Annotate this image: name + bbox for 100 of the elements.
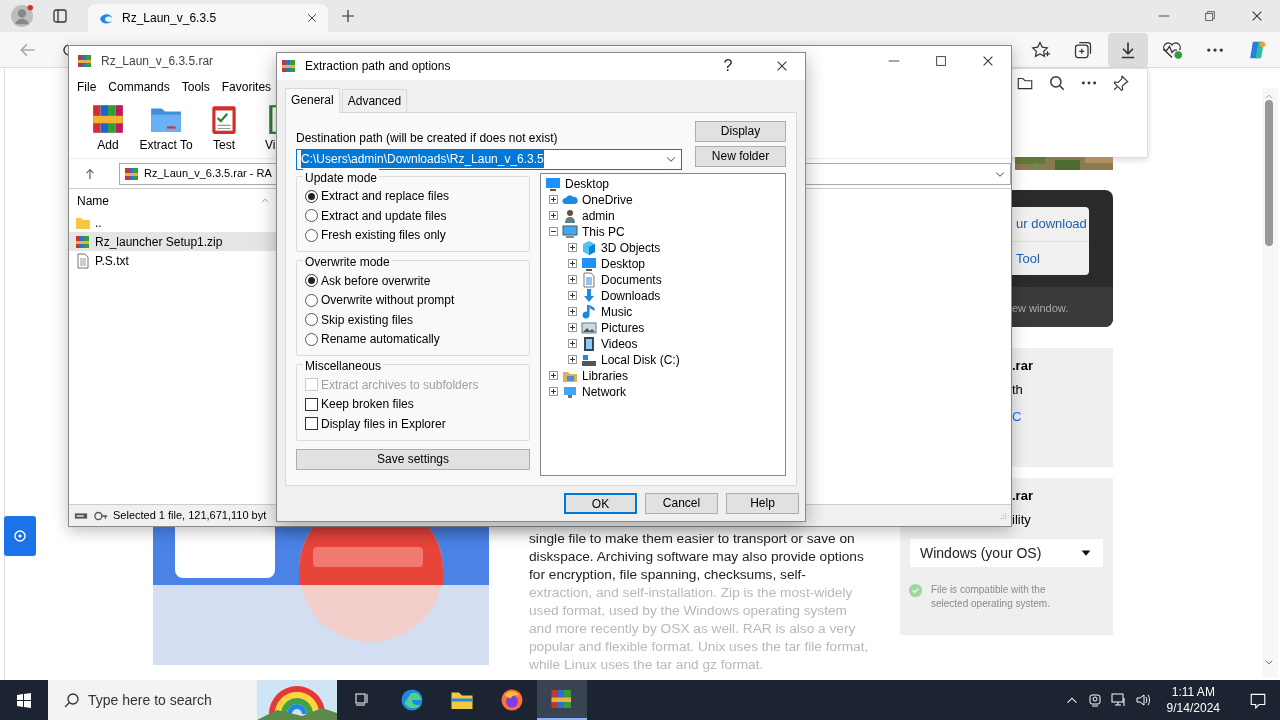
expand-icon[interactable] <box>549 371 558 380</box>
restore-icon[interactable] <box>1203 9 1217 23</box>
download-link[interactable]: ur download <box>1012 207 1089 241</box>
save-settings-button[interactable]: Save settings <box>296 448 530 470</box>
menu-item[interactable]: File <box>73 77 101 96</box>
favorites-icon[interactable] <box>1030 40 1050 60</box>
card-link[interactable]: C <box>1012 407 1022 427</box>
close-icon[interactable] <box>306 12 318 24</box>
expand-icon[interactable] <box>568 259 577 268</box>
dialog-button[interactable]: Cancel <box>645 492 718 514</box>
option-label: Ask before overwrite <box>321 272 431 290</box>
menu-item[interactable]: Favorites <box>217 77 276 96</box>
checkbox[interactable] <box>305 417 318 431</box>
dialog-button[interactable]: New folder <box>695 145 786 167</box>
expand-icon[interactable] <box>568 275 577 284</box>
os-select[interactable]: Windows (your OS) <box>910 539 1103 567</box>
browser-tab[interactable]: Rz_Laun_v_6.3.5 <box>88 4 328 32</box>
tab-actions-icon[interactable] <box>52 8 68 24</box>
article-text: extraction, and self-installation. Zip is the most-widely used format, used by the Windows operating system and more recently by OSX as well. RAR is also a very popular and flexible format. Unix uses the tar file format, while Linux uses the tar and gz format. <box>529 584 869 674</box>
webcam-icon[interactable] <box>1086 692 1103 708</box>
tree-item[interactable]: Local Disk (C:) <box>545 351 785 368</box>
expand-icon[interactable] <box>568 243 577 252</box>
radio-button[interactable] <box>305 228 318 242</box>
taskbar-app[interactable] <box>537 680 587 720</box>
expand-icon[interactable] <box>568 355 577 364</box>
collections-icon[interactable] <box>1073 40 1093 60</box>
notification-icon[interactable] <box>1249 691 1267 709</box>
scroll-up-icon[interactable] <box>1264 92 1274 102</box>
expand-icon[interactable] <box>549 195 558 204</box>
destination-path-field[interactable]: C:\Users\admin\Downloads\Rz_Laun_v_6.3.5 <box>296 148 682 170</box>
search-icon <box>64 692 80 708</box>
collapse-icon[interactable] <box>549 227 558 236</box>
radio-button[interactable] <box>305 332 318 346</box>
clock-time[interactable]: 1:11 AM <box>1166 684 1220 700</box>
desktop-icon <box>545 175 561 192</box>
expand-icon[interactable] <box>568 323 577 332</box>
radio-button[interactable] <box>305 293 318 307</box>
column-header[interactable]: Name <box>77 192 109 210</box>
file-row[interactable]: P.S.txt <box>69 251 279 270</box>
option-label: Display files in Explorer <box>321 415 446 433</box>
refresh-icon[interactable] <box>61 42 68 58</box>
toolbar-button[interactable]: Test <box>195 101 253 154</box>
dialog-tab[interactable]: Advanced <box>341 88 408 112</box>
search-icon[interactable] <box>1048 74 1066 92</box>
up-icon[interactable] <box>83 166 97 181</box>
tree-item[interactable]: This PC <box>545 223 785 240</box>
tree-item[interactable]: Music <box>545 303 785 320</box>
maximize-icon[interactable] <box>933 54 948 68</box>
radio-button[interactable] <box>305 209 318 223</box>
search-field[interactable]: Type here to search <box>48 680 257 720</box>
tree-item[interactable]: 3D Objects <box>545 239 785 256</box>
settings-button[interactable] <box>4 516 36 556</box>
tree-item[interactable]: Pictures <box>545 319 785 336</box>
checkbox[interactable] <box>305 397 318 411</box>
clock-date[interactable]: 9/14/2024 <box>1166 700 1220 716</box>
option-label: Rename automatically <box>321 331 440 349</box>
profile-avatar[interactable] <box>11 5 33 27</box>
tree-item[interactable]: OneDrive <box>545 191 785 208</box>
scroll-down-icon[interactable] <box>1264 657 1274 667</box>
pin-icon[interactable] <box>1112 74 1130 92</box>
close-icon[interactable] <box>1250 9 1264 23</box>
expand-icon[interactable] <box>549 211 558 220</box>
file-row[interactable]: .. <box>69 213 279 232</box>
radio-button[interactable] <box>305 313 318 327</box>
help-button[interactable]: ? <box>705 54 751 79</box>
check-icon <box>908 583 923 598</box>
tree-item[interactable]: Libraries <box>545 367 785 384</box>
menu-item[interactable]: Commands <box>104 77 174 96</box>
network-icon[interactable] <box>1110 692 1127 708</box>
dialog-tab[interactable]: General <box>285 87 340 113</box>
tree-item[interactable]: Videos <box>545 335 785 352</box>
menu-item[interactable]: Tools <box>177 77 214 96</box>
dialog-button[interactable]: Help <box>726 492 799 514</box>
dialog-button[interactable]: OK <box>564 492 637 514</box>
user-icon <box>562 207 578 224</box>
toolbar-button[interactable]: Extract To <box>137 101 195 154</box>
expand-icon[interactable] <box>568 307 577 316</box>
tree-item[interactable]: Downloads <box>545 287 785 304</box>
dialog-button[interactable]: Display <box>695 120 786 142</box>
expand-icon[interactable] <box>568 291 577 300</box>
volume-icon[interactable] <box>1134 692 1151 708</box>
tree-item[interactable]: Desktop <box>545 175 785 192</box>
tree-item[interactable]: admin <box>545 207 785 224</box>
note-text: ew window. <box>1012 301 1070 316</box>
expand-icon[interactable] <box>549 387 558 396</box>
tree-item[interactable]: Documents <box>545 271 785 288</box>
start-icon[interactable] <box>16 692 32 708</box>
radio-button[interactable] <box>305 189 318 203</box>
toolbar-button[interactable]: Add <box>79 101 137 154</box>
new-tab-icon[interactable] <box>340 8 356 24</box>
tree-item[interactable]: Network <box>545 383 785 400</box>
radio-button[interactable] <box>305 274 318 288</box>
heart-pulse-icon[interactable] <box>1162 40 1182 60</box>
expand-icon[interactable] <box>568 339 577 348</box>
option-label: Keep broken files <box>321 396 414 414</box>
downloads-button[interactable] <box>1108 33 1148 67</box>
option-label: Overwrite without prompt <box>321 292 455 310</box>
scrollbar-thumb[interactable] <box>1265 100 1273 246</box>
file-row[interactable]: Rz_launcher Setup1.zip <box>69 232 279 251</box>
tree-item[interactable]: Desktop <box>545 255 785 272</box>
